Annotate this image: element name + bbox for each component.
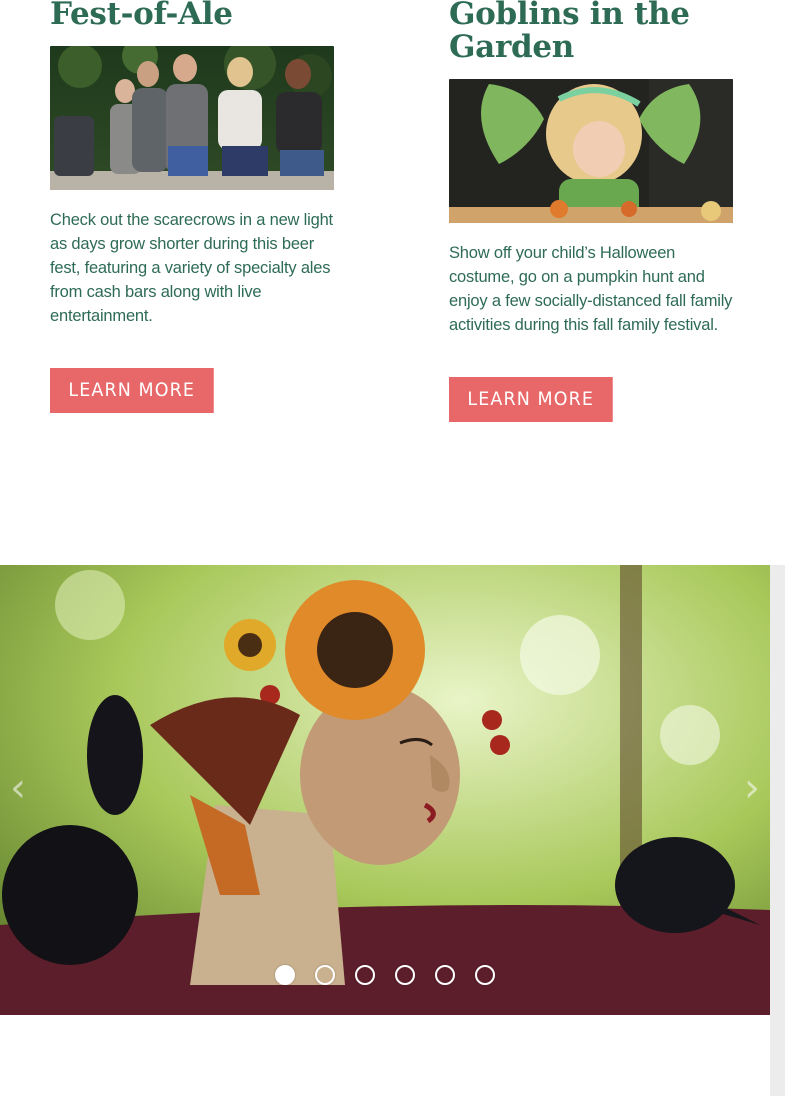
chevron-left-icon: ‹ [10,765,26,811]
event-description: Check out the scarecrows in a new light … [50,211,333,325]
event-card-fest-of-ale: Fest-of-Ale Check out the scarecrows in … [50,0,334,413]
slide-image-scarecrow [0,565,770,1015]
page-scrollbar[interactable] [770,565,785,1096]
slider-dot-3[interactable] [355,965,375,985]
slider-pagination [0,965,770,985]
event-title[interactable]: Fest-of-Ale [50,0,334,31]
slider-dot-1[interactable] [275,965,295,985]
slider-dot-4[interactable] [395,965,415,985]
event-photo-fest-of-ale[interactable] [50,46,334,190]
event-title[interactable]: Goblins in the Garden [449,0,733,64]
learn-more-button[interactable]: LEARN MORE [50,368,214,413]
learn-more-button[interactable]: LEARN MORE [449,377,613,422]
image-slider[interactable]: ‹ › [0,565,770,1015]
event-card-goblins-in-the-garden: Goblins in the Garden Show off your chil… [449,0,733,422]
prev-slide-arrow[interactable]: ‹ [10,765,26,811]
slider-dot-2[interactable] [315,965,335,985]
event-photo-goblins-in-the-garden[interactable] [449,79,733,223]
page: Fest-of-Ale Check out the scarecrows in … [0,0,785,1096]
slider-dot-6[interactable] [475,965,495,985]
event-description: Show off your child’s Halloween costume,… [449,244,733,334]
slider-dot-5[interactable] [435,965,455,985]
chevron-right-icon: › [744,765,760,811]
next-slide-arrow[interactable]: › [744,765,760,811]
